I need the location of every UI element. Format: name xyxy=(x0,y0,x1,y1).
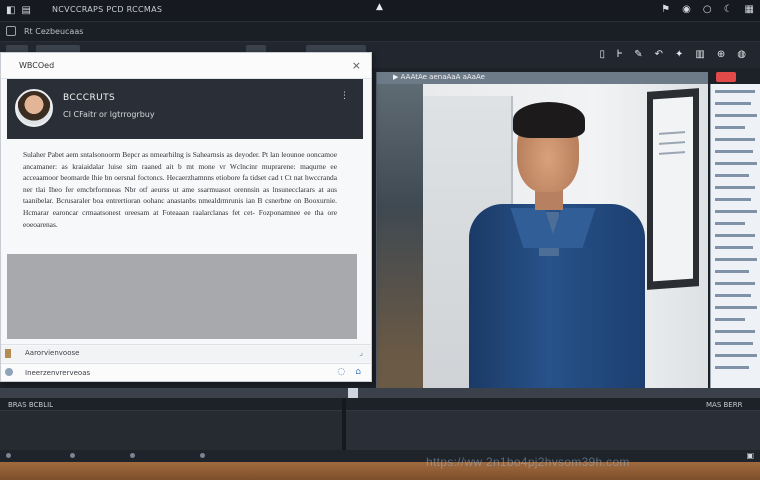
divider xyxy=(1,344,371,345)
doc-line xyxy=(715,114,757,117)
playhead-marker[interactable] xyxy=(348,388,358,398)
paint-icon[interactable]: ✎ xyxy=(634,48,642,62)
document-side-panel[interactable] xyxy=(710,84,760,390)
doc-line xyxy=(715,186,755,189)
attachment-icon xyxy=(5,349,11,358)
eye-icon[interactable]: ◉ xyxy=(682,3,691,17)
chevron-icon[interactable]: ⌟ xyxy=(359,348,363,357)
text-tool-icon[interactable]: Ꮀ xyxy=(617,48,622,62)
timeline-track-left[interactable] xyxy=(0,410,342,450)
eject-icon[interactable]: ▲ xyxy=(376,2,383,12)
layout-icon[interactable]: ▤ xyxy=(21,4,30,18)
doc-line xyxy=(715,330,755,333)
footer-dot xyxy=(130,453,135,458)
timeline-ruler[interactable] xyxy=(0,388,760,398)
doc-line xyxy=(715,294,751,297)
doc-line xyxy=(715,150,753,153)
doc-line xyxy=(715,126,745,129)
system-tray: ⚑ ◉ ○ ☾ ▦ xyxy=(661,3,754,17)
status-bar: Ineerzenvrerveoas ◌ ⌂ xyxy=(1,363,371,381)
doc-line xyxy=(715,162,757,165)
home-icon[interactable]: ⌂ xyxy=(355,367,361,377)
video-header-text: ▶ AAAtAe aenaAaA aAaAe xyxy=(393,73,485,81)
grid-icon[interactable]: ▦ xyxy=(745,3,754,17)
doc-line xyxy=(715,90,755,93)
doc-line xyxy=(715,306,757,309)
doc-line xyxy=(715,354,757,357)
window-titlebar[interactable]: WBCOed × xyxy=(1,53,371,79)
close-icon[interactable]: × xyxy=(352,59,361,72)
profile-name: BCCCRUTS xyxy=(63,93,116,103)
avatar[interactable] xyxy=(15,89,53,127)
doc-line xyxy=(715,222,745,225)
window-controls: ◧ ▤ xyxy=(6,4,31,18)
zoom-icon[interactable]: ⊕ xyxy=(717,48,725,62)
circle-icon[interactable]: ○ xyxy=(703,3,712,17)
alert-marker xyxy=(716,72,736,82)
video-preview[interactable]: ▶ AAAtAe aenaAaA aAaAe xyxy=(376,72,708,390)
desktop-screen: ◧ ▤ NCVCCRAPS PCD RCCMAS ▲ ⚑ ◉ ○ ☾ ▦ Rt … xyxy=(0,0,760,480)
status-icon xyxy=(5,368,13,376)
flag-icon[interactable]: ⚑ xyxy=(661,3,670,17)
window-title: WBCOed xyxy=(19,61,55,70)
top-system-bar: ◧ ▤ NCVCCRAPS PCD RCCMAS ▲ ⚑ ◉ ○ ☾ ▦ xyxy=(0,0,760,22)
message-window: WBCOed × BCCCRUTS CI CFaitr or lgtrrogrb… xyxy=(0,52,372,382)
doc-line xyxy=(715,270,749,273)
doc-line xyxy=(715,174,749,177)
app-title: NCVCCRAPS PCD RCCMAS xyxy=(52,5,163,14)
timeline-right-label: MAS BERR xyxy=(706,401,743,409)
doc-line xyxy=(715,282,755,285)
attachment-label: Aarorvienvoose xyxy=(25,349,80,357)
desk-surface xyxy=(0,462,760,480)
profile-header: BCCCRUTS CI CFaitr or lgtrrogrbuy ⋮ xyxy=(7,79,363,139)
refresh-icon[interactable]: ◌ xyxy=(337,367,345,377)
doc-line xyxy=(715,198,751,201)
fullscreen-icon[interactable]: ▣ xyxy=(746,451,754,460)
footer-dot xyxy=(70,453,75,458)
status-actions: ◌ ⌂ xyxy=(337,367,361,377)
video-header: ▶ AAAtAe aenaAaA aAaAe xyxy=(377,72,708,84)
timeline-left-label: BRAS BCBLIL xyxy=(8,401,54,409)
doc-line xyxy=(715,342,753,345)
doc-line xyxy=(715,102,751,105)
message-body: Sulaher Pabet aem sntalsonoorm Bepcr as … xyxy=(23,150,337,229)
secondary-toolbar: Rt Cezbeucaas xyxy=(0,22,760,42)
footer-dot xyxy=(200,453,205,458)
doc-line xyxy=(715,258,757,261)
doc-line xyxy=(715,234,755,237)
profile-subtitle: CI CFaitr or lgtrrogrbuy xyxy=(63,110,155,119)
attachment-row[interactable]: Aarorvienvoose ⌟ xyxy=(1,346,371,362)
more-menu-icon[interactable]: ⋮ xyxy=(340,91,349,101)
globe-icon[interactable]: ◍ xyxy=(737,48,746,62)
watermark: https://ww 2n1bo4pj2hvsom39h.com xyxy=(426,455,630,469)
wall-poster xyxy=(653,96,693,282)
doc-line xyxy=(715,366,749,369)
file-icon[interactable]: ▯ xyxy=(599,48,605,62)
document-icon[interactable] xyxy=(6,26,16,36)
timeline-footer: ▣ xyxy=(0,450,760,462)
moon-icon[interactable]: ☾ xyxy=(724,3,733,17)
person-hair xyxy=(513,102,585,138)
undo-icon[interactable]: ↶ xyxy=(655,48,663,62)
doc-line xyxy=(715,318,745,321)
doc-line xyxy=(715,246,753,249)
timeline-track-right[interactable] xyxy=(346,410,760,450)
media-placeholder[interactable] xyxy=(7,254,357,339)
doc-line xyxy=(715,138,755,141)
background-machines xyxy=(377,84,423,390)
doc-line xyxy=(715,210,757,213)
editor-tools: ▯ Ꮀ ✎ ↶ ✦ ▥ ⊕ ◍ xyxy=(599,48,746,62)
chart-icon[interactable]: ▥ xyxy=(695,48,704,62)
settings-icon[interactable]: ✦ xyxy=(675,48,683,62)
toolbar-label[interactable]: Rt Cezbeucaas xyxy=(24,27,83,36)
footer-dot xyxy=(6,453,11,458)
app-menu-icon[interactable]: ◧ xyxy=(6,4,15,18)
status-label: Ineerzenvrerveoas xyxy=(25,369,91,377)
